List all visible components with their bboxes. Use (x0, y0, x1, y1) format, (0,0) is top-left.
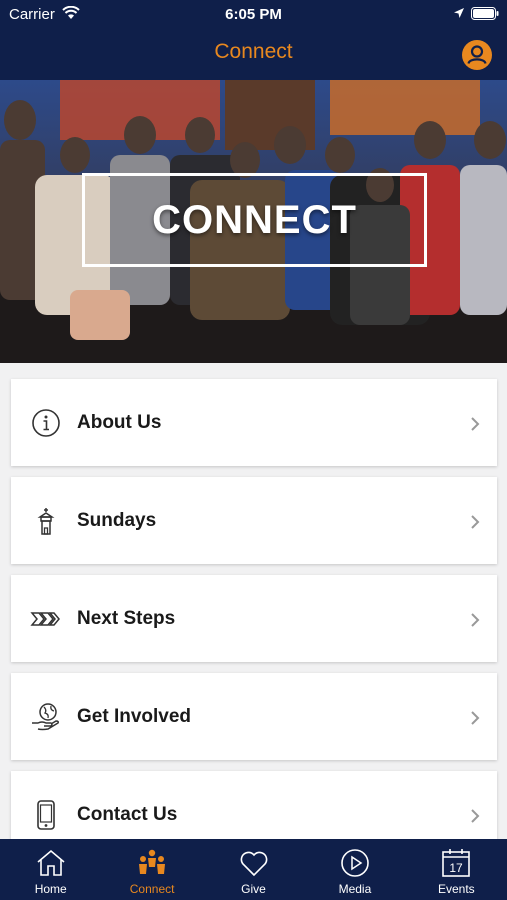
page-title: Connect (214, 40, 293, 63)
tab-events[interactable]: 17 Events (406, 839, 507, 900)
status-bar: Carrier 6:05 PM (0, 0, 507, 28)
tab-home[interactable]: Home (0, 839, 101, 900)
top-bar: Carrier 6:05 PM Connect (0, 0, 507, 80)
chevron-right-icon (471, 613, 480, 627)
heart-icon (240, 851, 267, 877)
steps-arrows-icon (30, 611, 60, 626)
play-icon (341, 849, 369, 877)
connect-menu-list: About Us Sundays Next Steps Get Involved… (11, 379, 497, 869)
calendar-day: 17 (450, 861, 464, 875)
status-time: 6:05 PM (225, 6, 282, 23)
user-icon (467, 45, 487, 65)
calendar-icon: 17 (442, 849, 471, 877)
menu-item-sundays[interactable]: Sundays (11, 477, 497, 564)
menu-item-get-involved[interactable]: Get Involved (11, 673, 497, 760)
globe-hand-icon (32, 702, 59, 730)
tab-give[interactable]: Give (203, 839, 304, 900)
tab-media[interactable]: Media (304, 839, 405, 900)
tab-label: Events (437, 882, 475, 896)
hero-title: CONNECT (152, 197, 357, 242)
tab-connect[interactable]: Connect (101, 839, 202, 900)
tab-label: Home (34, 882, 67, 896)
location-arrow-icon (454, 8, 464, 18)
chevron-right-icon (471, 417, 480, 431)
chevron-right-icon (471, 711, 480, 725)
profile-button[interactable] (462, 40, 492, 70)
tab-label: Give (241, 882, 266, 896)
menu-item-label: Get Involved (77, 705, 192, 727)
chevron-right-icon (471, 809, 480, 823)
menu-item-about-us[interactable]: About Us (11, 379, 497, 466)
info-icon (32, 408, 60, 437)
menu-item-label: Sundays (77, 509, 157, 531)
menu-item-label: About Us (77, 411, 162, 433)
menu-item-label: Contact Us (77, 803, 178, 825)
phone-icon (37, 799, 55, 830)
tab-label: Media (338, 882, 372, 896)
hero-banner: CONNECT (0, 80, 507, 363)
menu-item-label: Next Steps (77, 607, 176, 629)
battery-icon (471, 7, 499, 20)
home-icon (37, 849, 65, 876)
people-icon (139, 849, 166, 874)
chevron-right-icon (471, 515, 480, 529)
church-icon (37, 507, 55, 535)
hero-title-frame: CONNECT (82, 173, 427, 267)
tab-label: Connect (129, 882, 175, 896)
menu-item-next-steps[interactable]: Next Steps (11, 575, 497, 662)
bottom-tab-bar: Home Connect Give Media 17 Events (0, 839, 507, 900)
